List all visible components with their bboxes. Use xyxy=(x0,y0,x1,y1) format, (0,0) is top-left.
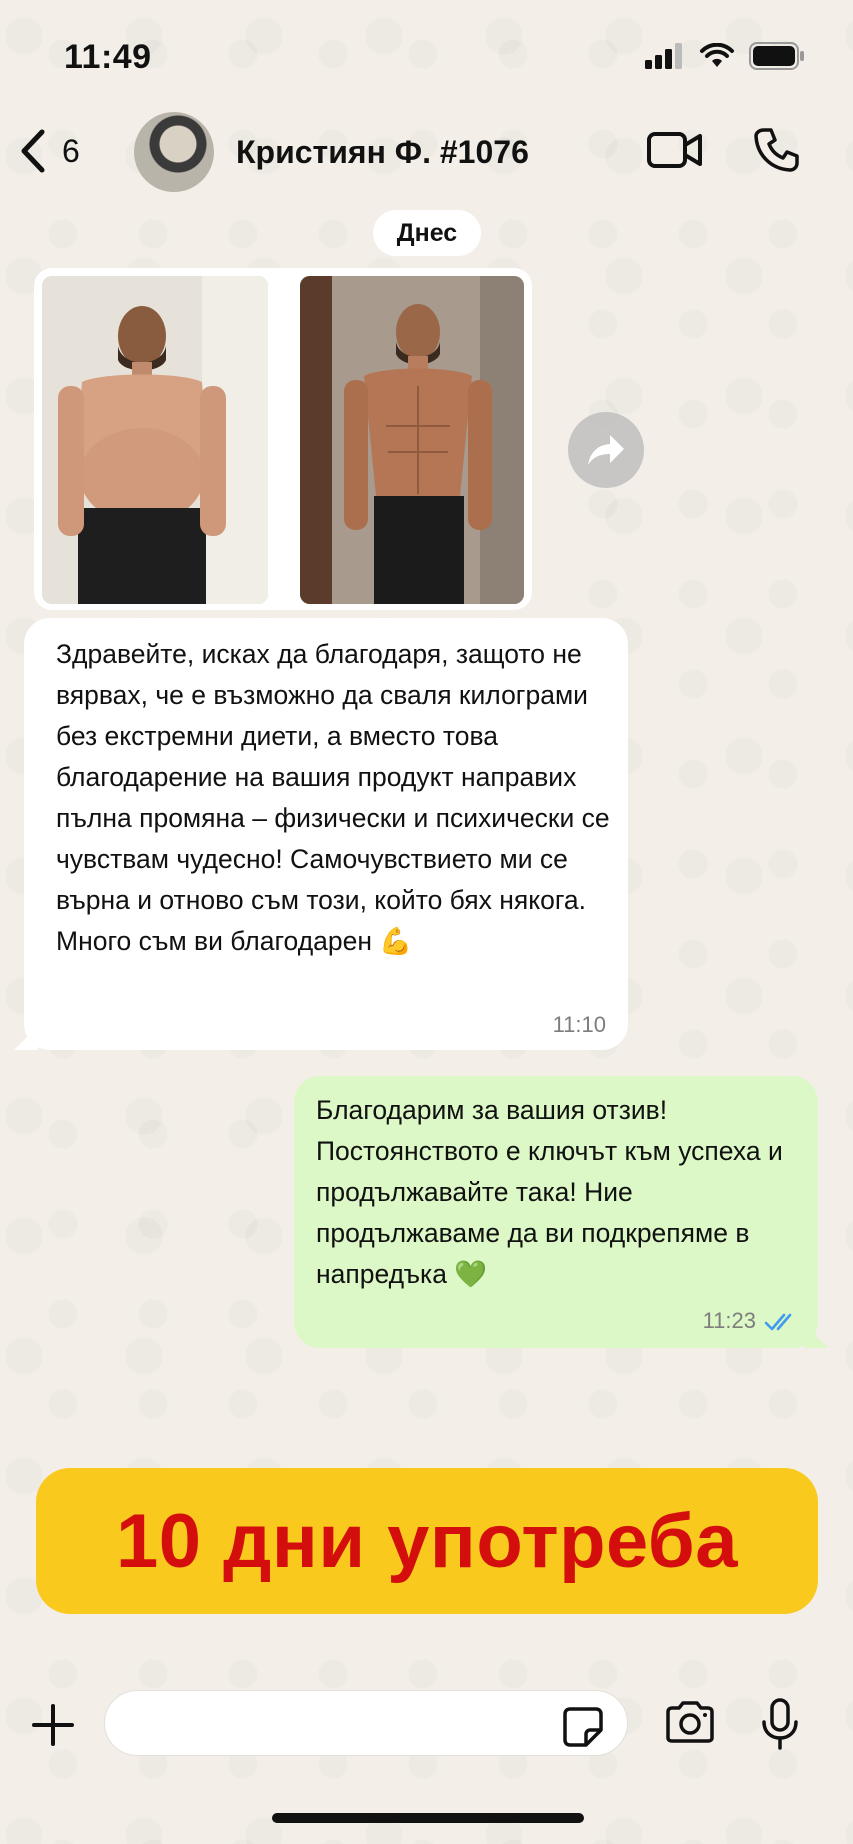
status-time: 11:49 xyxy=(64,38,152,76)
banner-text: 10 дни употреба xyxy=(116,1498,738,1584)
read-receipt-icon xyxy=(764,1313,792,1331)
message-text: Здравейте, исках да благодаря, защото не… xyxy=(56,639,610,956)
sticker-button[interactable] xyxy=(562,1706,604,1753)
message-text: Благодарим за вашия отзив! Постоянството… xyxy=(316,1095,783,1289)
before-photo[interactable] xyxy=(42,276,268,604)
wifi-icon xyxy=(700,43,734,67)
video-call-button[interactable] xyxy=(646,128,704,177)
video-icon xyxy=(647,132,702,168)
sticker-icon xyxy=(563,1707,603,1747)
unread-count: 6 xyxy=(62,132,80,169)
voice-message-button[interactable] xyxy=(760,1698,800,1755)
contact-name[interactable]: Кристиян Ф. #1076 xyxy=(236,134,529,171)
mic-icon xyxy=(762,1698,798,1750)
attach-button[interactable] xyxy=(30,1702,76,1753)
plus-icon xyxy=(32,1704,74,1746)
signal-icon xyxy=(645,43,682,69)
voice-call-button[interactable] xyxy=(752,126,800,179)
after-photo-figure xyxy=(300,276,524,604)
battery-icon xyxy=(749,42,804,70)
date-separator: Днес xyxy=(373,210,481,256)
status-icons xyxy=(645,42,805,70)
incoming-message[interactable]: Здравейте, исках да благодаря, защото не… xyxy=(14,618,628,1050)
message-time: 11:10 xyxy=(552,1012,606,1037)
outgoing-message[interactable]: Благодарим за вашия отзив! Постоянството… xyxy=(294,1076,828,1348)
forward-icon xyxy=(588,435,624,465)
message-composer xyxy=(0,1680,853,1800)
avatar[interactable] xyxy=(134,112,214,192)
camera-icon xyxy=(666,1701,714,1743)
message-input-box[interactable] xyxy=(104,1690,628,1756)
chat-header: 6 Кристиян Ф. #1076 xyxy=(0,110,853,210)
message-time: 11:23 xyxy=(702,1308,756,1333)
promo-banner: 10 дни употреба xyxy=(36,1468,818,1614)
image-message[interactable] xyxy=(34,268,532,610)
after-photo[interactable] xyxy=(300,276,524,604)
camera-button[interactable] xyxy=(664,1700,716,1749)
message-input[interactable] xyxy=(127,1691,551,1755)
phone-icon xyxy=(754,128,799,172)
status-bar: 11:49 xyxy=(0,0,853,110)
home-indicator[interactable] xyxy=(272,1813,584,1823)
back-chevron-icon xyxy=(21,129,45,173)
before-photo-figure xyxy=(42,276,268,604)
back-button[interactable]: 6 xyxy=(18,128,80,174)
forward-button[interactable] xyxy=(568,412,644,488)
